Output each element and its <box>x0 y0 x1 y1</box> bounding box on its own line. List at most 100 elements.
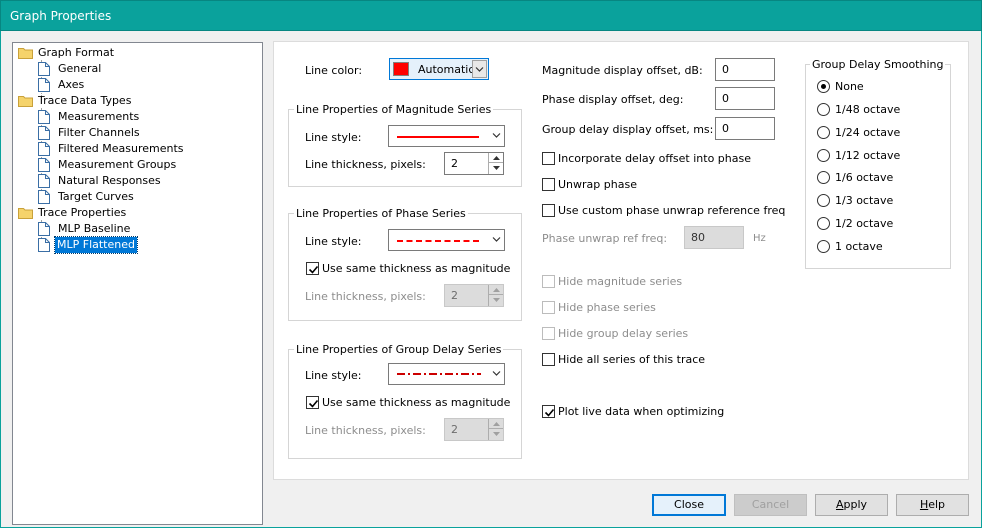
magnitude-line-style-select[interactable] <box>388 125 505 147</box>
magnitude-offset-label: Magnitude display offset, dB: <box>542 64 703 77</box>
tree-item-label: Graph Format <box>38 46 115 59</box>
group-delay-series-title: Line Properties of Group Delay Series <box>294 343 504 356</box>
chevron-down-icon[interactable] <box>489 163 503 173</box>
folder-icon <box>18 206 33 220</box>
radio-circle[interactable] <box>817 194 830 207</box>
color-swatch <box>393 62 409 76</box>
smoothing-title: Group Delay Smoothing <box>810 58 946 71</box>
unwrap-ref-field: 80 <box>684 226 744 249</box>
page-icon <box>38 62 52 76</box>
tree-item-label: Measurements <box>58 110 140 123</box>
folder-icon <box>18 94 33 108</box>
radio-circle[interactable] <box>817 126 830 139</box>
checkbox-box[interactable] <box>306 262 319 275</box>
group-delay-thickness-value: 2 <box>451 423 458 436</box>
dash-dot-line-sample <box>397 373 481 375</box>
chevron-down-icon <box>492 237 501 242</box>
checkbox-label: Hide group delay series <box>558 327 689 340</box>
checkbox-label: Unwrap phase <box>558 178 637 191</box>
radio-circle[interactable] <box>817 149 830 162</box>
phase-thickness-stepper: 2 <box>444 284 504 307</box>
checkbox-box[interactable] <box>542 204 555 217</box>
tree-item-label: Axes <box>58 78 85 91</box>
phase-offset-label: Phase display offset, deg: <box>542 93 684 106</box>
checkbox-box <box>542 275 555 288</box>
apply-access-key: A <box>835 498 844 511</box>
tree-item-label: Natural Responses <box>58 174 161 187</box>
smoothing-group: Group Delay Smoothing <box>805 58 951 269</box>
page-icon <box>38 158 52 172</box>
tree-item-label: MLP Baseline <box>58 222 131 235</box>
tree-item-label: Target Curves <box>58 190 134 203</box>
checkbox-box[interactable] <box>542 405 555 418</box>
radio-label: None <box>835 80 864 93</box>
radio-circle[interactable] <box>817 171 830 184</box>
tree-item-label: Trace Properties <box>38 206 127 219</box>
chevron-down-icon <box>489 429 503 439</box>
magnitude-series-title: Line Properties of Magnitude Series <box>294 103 494 116</box>
help-button[interactable]: Help <box>896 494 969 516</box>
apply-button[interactable]: Apply <box>815 494 888 516</box>
checkbox-box[interactable] <box>542 178 555 191</box>
magnitude-thickness-value: 2 <box>451 157 458 170</box>
line-color-picker[interactable]: Automatic <box>389 58 489 80</box>
checkbox-box[interactable] <box>542 152 555 165</box>
checkbox-label: Hide magnitude series <box>558 275 683 288</box>
checkbox-label: Incorporate delay offset into phase <box>558 152 751 165</box>
radio-label: 1/6 octave <box>835 171 894 184</box>
chevron-down-icon <box>492 133 501 138</box>
radio-dot <box>821 84 826 89</box>
checkmark-icon <box>308 265 319 274</box>
group-delay-offset-field[interactable]: 0 <box>715 117 775 140</box>
group-delay-line-style-select[interactable] <box>388 363 505 385</box>
radio-label: 1/48 octave <box>835 103 901 116</box>
radio-circle[interactable] <box>817 80 830 93</box>
chevron-up-icon[interactable] <box>489 153 503 163</box>
magnitude-line-style-label: Line style: <box>305 131 362 144</box>
unwrap-ref-label: Phase unwrap ref freq: <box>542 232 668 245</box>
checkmark-icon <box>308 399 319 408</box>
radio-label: 1/24 octave <box>835 126 901 139</box>
stepper-buttons <box>488 419 503 440</box>
folder-icon <box>18 46 33 60</box>
help-access-key: H <box>919 498 929 511</box>
group-delay-offset-label: Group delay display offset, ms: <box>542 123 714 136</box>
close-button[interactable]: Close <box>652 494 726 516</box>
radio-label: 1/2 octave <box>835 217 894 230</box>
radio-circle[interactable] <box>817 103 830 116</box>
checkmark-icon <box>544 408 555 417</box>
radio-circle[interactable] <box>817 240 830 253</box>
navigation-tree[interactable]: Graph Format General Axes Trace Data Typ… <box>12 42 263 525</box>
stepper-buttons <box>488 285 503 306</box>
checkbox-label: Hide all series of this trace <box>558 353 706 366</box>
chevron-down-icon[interactable] <box>472 60 487 78</box>
checkbox-label: Plot live data when optimizing <box>558 405 725 418</box>
tree-item-label: General <box>58 62 102 75</box>
help-label-rest: elp <box>928 498 946 511</box>
line-color-value: Automatic <box>418 63 475 76</box>
radio-circle[interactable] <box>817 217 830 230</box>
magnitude-series-group: Line Properties of Magnitude Series <box>288 103 522 187</box>
tree-item-label: Trace Data Types <box>38 94 132 107</box>
chevron-down-icon <box>492 371 501 376</box>
checkbox-box[interactable] <box>306 396 319 409</box>
magnitude-offset-field[interactable]: 0 <box>715 58 775 81</box>
phase-thickness-label: Line thickness, pixels: <box>305 290 426 303</box>
tree-item-label: Filter Channels <box>58 126 140 139</box>
phase-series-title: Line Properties of Phase Series <box>294 207 468 220</box>
phase-line-style-label: Line style: <box>305 235 362 248</box>
tree-item-label: Measurement Groups <box>58 158 177 171</box>
title-bar[interactable]: Graph Properties <box>0 0 982 31</box>
radio-label: 1/3 octave <box>835 194 894 207</box>
checkbox-box[interactable] <box>542 353 555 366</box>
phase-line-style-select[interactable] <box>388 229 505 251</box>
cancel-button: Cancel <box>734 494 807 516</box>
page-icon <box>38 142 52 156</box>
chevron-down-icon <box>489 295 503 305</box>
magnitude-thickness-stepper[interactable]: 2 <box>444 152 504 175</box>
phase-offset-field[interactable]: 0 <box>715 87 775 110</box>
dashed-line-sample <box>397 240 479 242</box>
unwrap-ref-unit: Hz <box>753 233 766 244</box>
page-icon <box>38 222 52 236</box>
solid-line-sample <box>397 136 479 138</box>
